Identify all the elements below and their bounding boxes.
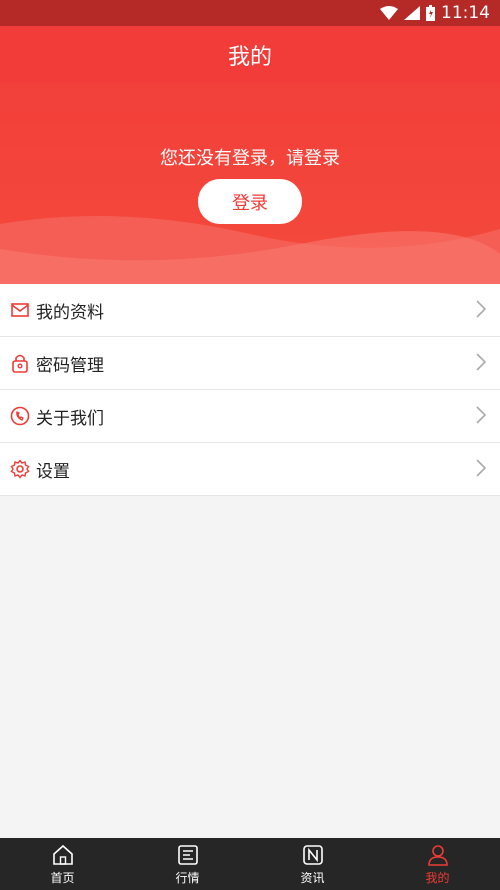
mail-icon (10, 300, 30, 320)
user-icon (427, 844, 448, 866)
home-icon (52, 844, 73, 865)
chevron-right-icon (476, 300, 486, 318)
menu-list: 我的资料 密码管理 关于我们 设置 (0, 284, 500, 496)
menu-item-settings[interactable]: 设置 (0, 443, 500, 496)
tab-label: 资讯 (300, 870, 325, 885)
menu-item-about[interactable]: 关于我们 (0, 390, 500, 443)
chevron-right-icon (476, 459, 486, 477)
menu-item-label: 我的资料 (36, 302, 104, 323)
chevron-right-icon (476, 353, 486, 371)
tab-home[interactable]: 首页 (0, 838, 125, 890)
page-title-bar: 我的 (0, 26, 500, 83)
tab-label: 我的 (425, 870, 450, 885)
tab-news[interactable]: 资讯 (250, 838, 375, 890)
tab-market[interactable]: 行情 (125, 838, 250, 890)
news-icon (302, 844, 323, 865)
tab-label: 行情 (175, 870, 200, 885)
bottom-tab-bar: 首页 行情 资讯 我的 (0, 838, 500, 890)
battery-icon (426, 5, 435, 21)
menu-item-label: 关于我们 (36, 408, 104, 429)
menu-item-password[interactable]: 密码管理 (0, 337, 500, 390)
market-icon (177, 844, 198, 865)
gear-icon (10, 459, 30, 479)
page-title: 我的 (227, 44, 272, 70)
status-icons: 11:14 (380, 3, 490, 23)
login-prompt: 您还没有登录，请登录 (160, 148, 340, 169)
tab-label: 首页 (50, 870, 75, 885)
lock-icon (10, 353, 30, 373)
profile-header: 我的 您还没有登录，请登录 登录 (0, 26, 500, 284)
status-time: 11:14 (441, 3, 490, 23)
chevron-right-icon (476, 406, 486, 424)
wifi-icon (380, 6, 398, 20)
menu-item-profile[interactable]: 我的资料 (0, 284, 500, 337)
menu-item-label: 密码管理 (36, 355, 104, 376)
header-wave (0, 216, 500, 284)
phone-icon (10, 406, 30, 426)
signal-icon (404, 6, 420, 20)
menu-item-label: 设置 (36, 461, 70, 482)
status-bar: 11:14 (0, 0, 500, 26)
tab-mine[interactable]: 我的 (375, 838, 500, 890)
